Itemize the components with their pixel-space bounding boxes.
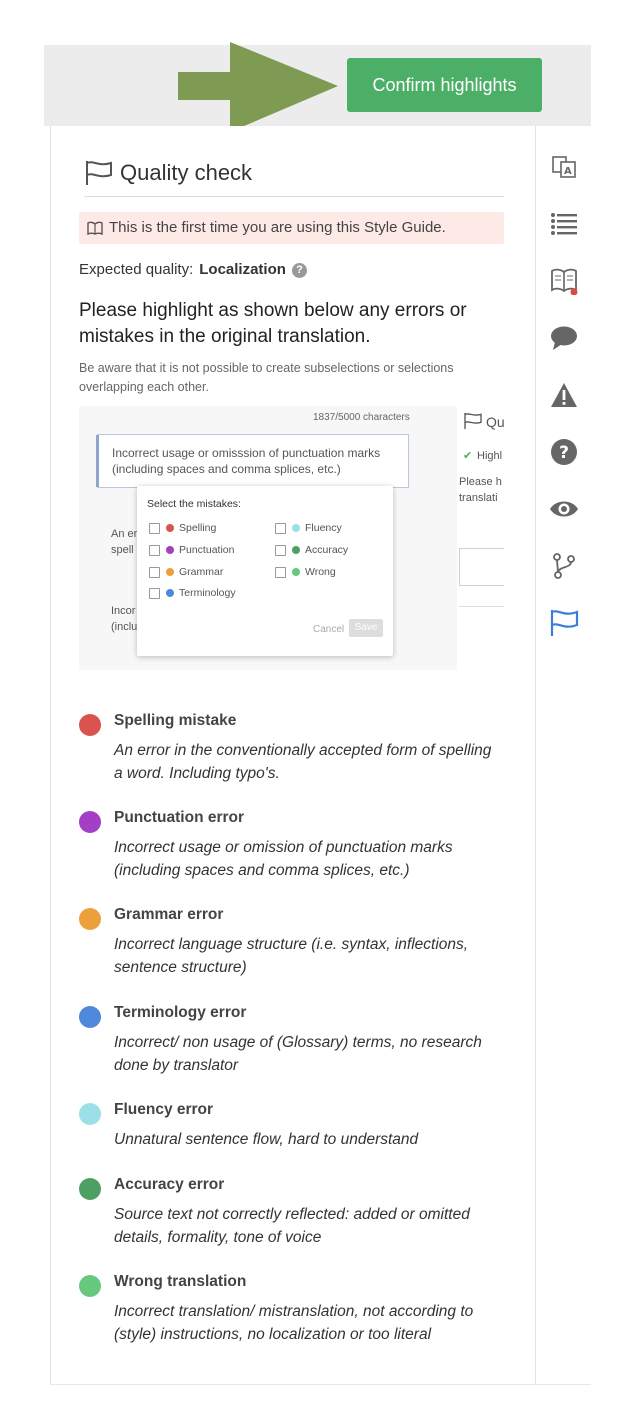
example-bg-text: An er (111, 528, 138, 540)
legend-title: Spelling mistake (114, 712, 237, 729)
legend-title: Wrong translation (114, 1273, 247, 1290)
selection-note: Be aware that it is not possible to crea… (79, 361, 454, 394)
right-icon-rail: A ? (535, 126, 591, 1384)
translate-icon[interactable]: A (549, 152, 579, 182)
legend-desc: Incorrect/ non usage of (Glossary) terms… (114, 1034, 482, 1074)
pointer-arrow-icon (178, 42, 338, 132)
flag-icon (86, 161, 112, 185)
option-fluency: Fluency (275, 522, 342, 534)
example-char-count: 1837/5000 characters (313, 412, 410, 423)
option-accuracy: Accuracy (275, 544, 348, 556)
popup-cancel: Cancel (313, 624, 345, 635)
legend-title: Fluency error (114, 1101, 214, 1118)
expected-quality: Expected quality: Localization? (79, 261, 307, 278)
panel-title: Quality check (120, 160, 253, 185)
option-grammar: Grammar (149, 566, 223, 578)
example-side-check: Highl (477, 450, 503, 462)
branch-icon[interactable] (549, 551, 579, 581)
flag-icon (464, 413, 482, 429)
example-bg-text: (inclu (111, 621, 138, 633)
style-guide-icon[interactable] (549, 266, 579, 296)
color-dot (79, 1103, 101, 1125)
flag-active-icon[interactable] (549, 608, 579, 638)
option-terminology: Terminology (149, 587, 236, 599)
example-side-text: translati (459, 492, 498, 504)
example-side-title: Qu (486, 414, 504, 430)
legend-desc: Unnatural sentence flow, hard to underst… (114, 1131, 419, 1148)
example-mistakes-popup: Select the mistakes: Spelling Punctuatio… (137, 486, 393, 656)
popup-save: Save (349, 619, 383, 637)
example-bg-text: spell (111, 544, 134, 556)
example-editor-line1: Incorrect usage or omisssion of punctuat… (112, 446, 381, 460)
example-side-panel: Qu ✔ Highl Please h translati (457, 406, 504, 670)
color-dot (79, 908, 101, 930)
legend-item-grammar: Grammar error Incorrect language structu… (79, 906, 504, 986)
notice-text: This is the first time you are using thi… (109, 219, 446, 236)
legend-desc: Incorrect language structure (i.e. synta… (114, 936, 469, 976)
legend-item-fluency: Fluency error Unnatural sentence flow, h… (79, 1101, 504, 1157)
help-circle-icon[interactable]: ? (549, 437, 579, 467)
check-icon: ✔ (463, 450, 473, 462)
example-bg-text: Incor (111, 605, 136, 617)
example-side-text: Please h (459, 476, 502, 488)
expected-quality-value: Localization (199, 261, 286, 278)
svg-text:A: A (564, 166, 572, 177)
legend-item-punctuation: Punctuation error Incorrect usage or omi… (79, 809, 504, 889)
popup-title: Select the mistakes: (147, 498, 241, 510)
legend-desc: Incorrect translation/ mistranslation, n… (114, 1303, 474, 1343)
first-time-notice: This is the first time you are using thi… (79, 212, 504, 244)
color-dot (79, 1275, 101, 1297)
color-dot (79, 714, 101, 736)
legend-desc: An error in the conventionally accepted … (114, 742, 492, 782)
option-wrong: Wrong (275, 566, 336, 578)
color-dot (79, 1006, 101, 1028)
svg-text:?: ? (559, 443, 569, 463)
legend-title: Punctuation error (114, 809, 245, 826)
legend-item-wrong-translation: Wrong translation Incorrect translation/… (79, 1273, 504, 1353)
legend-title: Grammar error (114, 906, 224, 923)
book-icon (87, 221, 103, 235)
panel-header: Quality check (84, 156, 504, 197)
legend-item-terminology: Terminology error Incorrect/ non usage o… (79, 1004, 504, 1084)
color-dot (79, 811, 101, 833)
warning-icon[interactable] (549, 380, 579, 410)
confirm-highlights-button[interactable]: Confirm highlights (347, 58, 542, 112)
list-icon[interactable] (549, 209, 579, 239)
option-spelling: Spelling (149, 522, 216, 534)
comment-icon[interactable] (549, 323, 579, 353)
legend-item-accuracy: Accuracy error Source text not correctly… (79, 1176, 504, 1256)
expected-quality-label: Expected quality: (79, 261, 194, 278)
example-editor: Incorrect usage or omisssion of punctuat… (96, 434, 409, 488)
legend-desc: Incorrect usage or omission of punctuati… (114, 839, 453, 879)
eye-icon[interactable] (549, 494, 579, 524)
legend-item-spelling: Spelling mistake An error in the convent… (79, 712, 504, 792)
example-editor-line2: (including spaces and comma splices, etc… (112, 462, 341, 476)
legend-desc: Source text not correctly reflected: add… (114, 1206, 470, 1246)
legend-title: Accuracy error (114, 1176, 225, 1193)
legend-title: Terminology error (114, 1004, 247, 1021)
color-dot (79, 1178, 101, 1200)
instruction-text: Please highlight as shown below any erro… (79, 300, 467, 347)
panel-bottom-border (50, 1384, 591, 1385)
option-punctuation: Punctuation (149, 544, 234, 556)
example-illustration: 1837/5000 characters Incorrect usage or … (79, 406, 504, 670)
help-icon[interactable]: ? (291, 263, 307, 278)
